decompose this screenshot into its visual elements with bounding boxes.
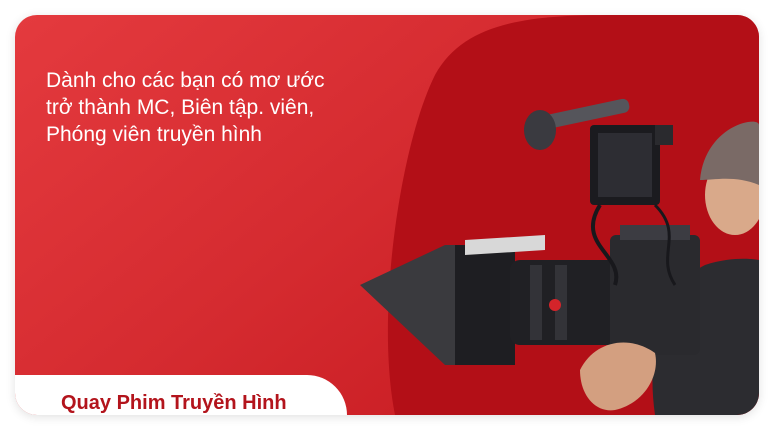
tagline-line-3: Phóng viên truyền hình [46, 123, 262, 146]
tagline-line-1: Dành cho các bạn có mơ ước [46, 69, 325, 92]
tagline-line-2: trở thành MC, Biên tập. viên, [46, 96, 315, 119]
hero-banner: Dành cho các bạn có mơ ước trở thành MC,… [15, 15, 759, 415]
tagline: Dành cho các bạn có mơ ước trở thành MC,… [46, 67, 386, 148]
course-label: Quay Phim Truyền Hình [61, 392, 287, 414]
camera-operator-image [360, 98, 759, 415]
